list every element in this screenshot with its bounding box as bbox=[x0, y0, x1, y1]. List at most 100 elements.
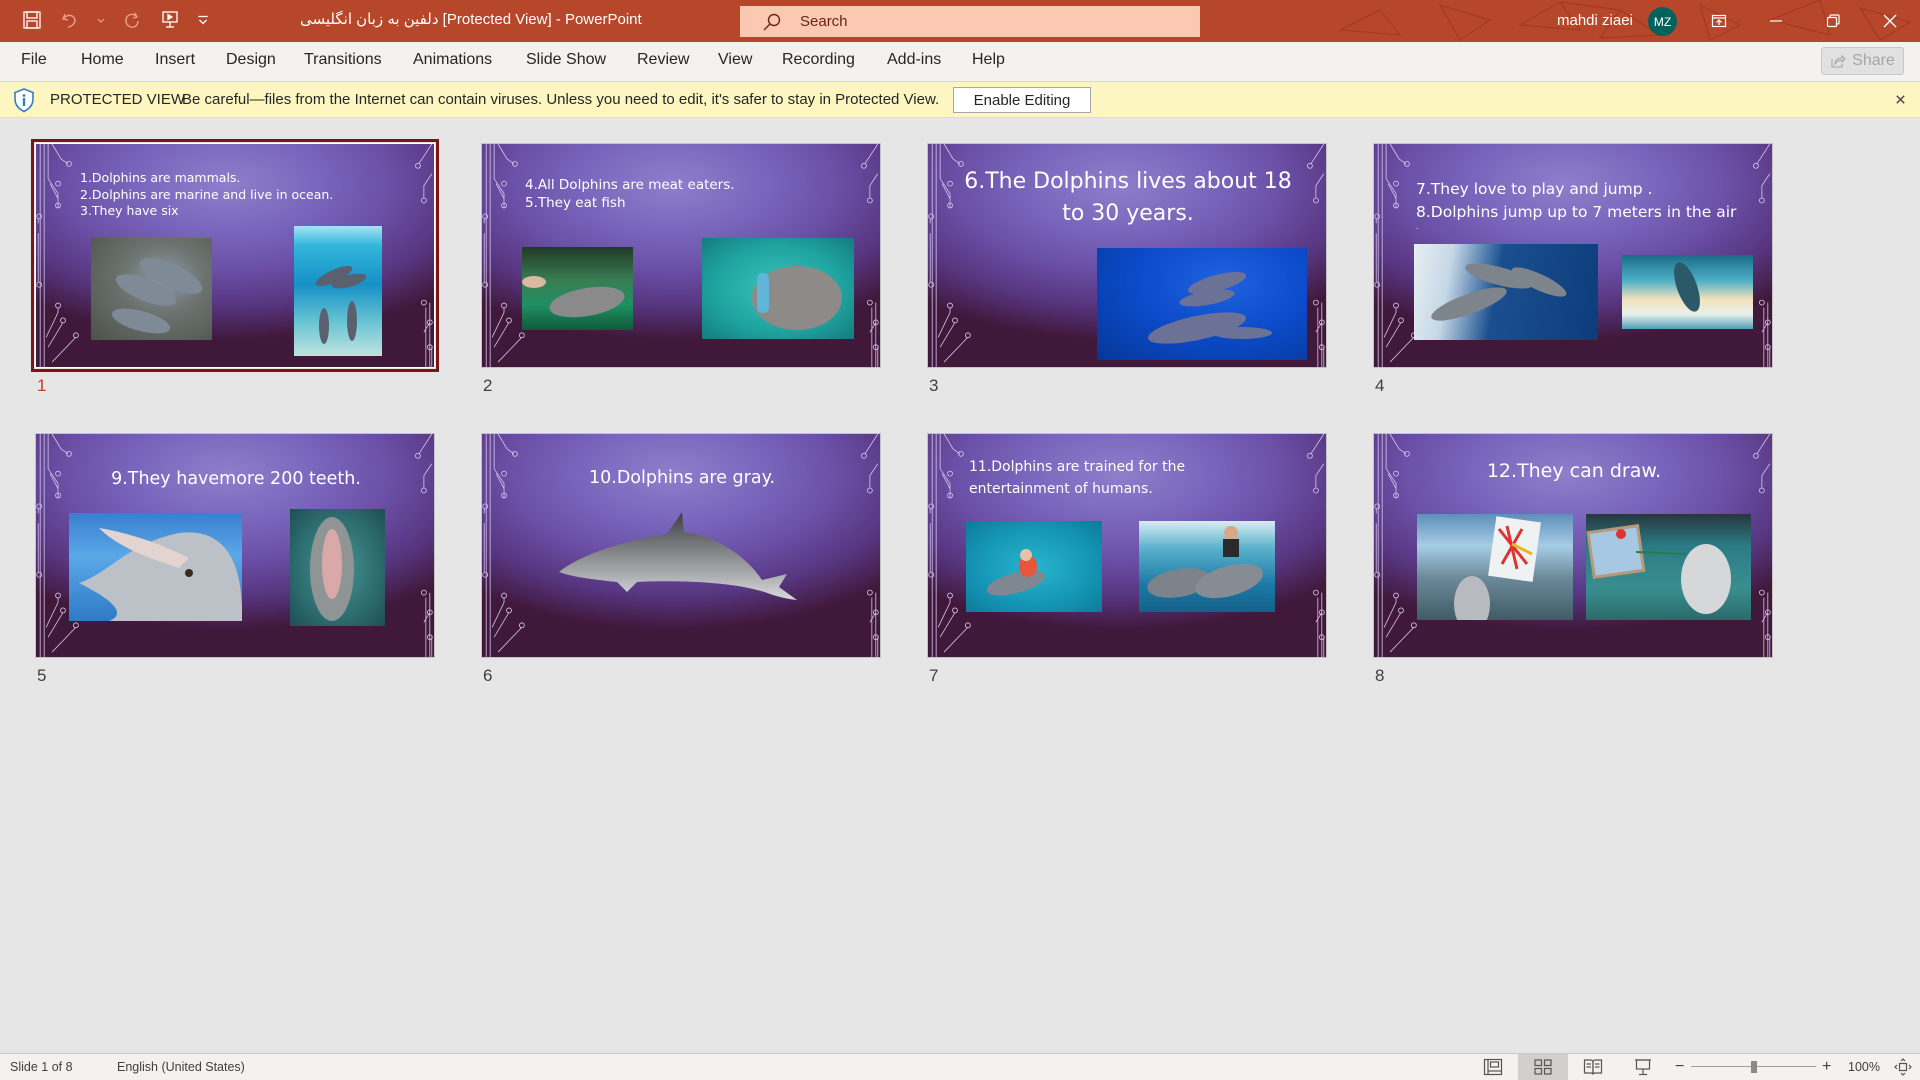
protected-view-message: Be careful—files from the Internet can c… bbox=[182, 91, 940, 108]
tab-insert[interactable]: Insert bbox=[155, 51, 195, 69]
slide-text-line: 7.They love to play and jump . bbox=[1416, 180, 1653, 198]
reading-view-button[interactable] bbox=[1568, 1054, 1618, 1080]
circuit-decoration-left bbox=[36, 144, 79, 367]
dolphin-photo bbox=[294, 226, 382, 356]
title-bar: دلفین به زبان انگلیسی [Protected View] -… bbox=[0, 0, 1920, 42]
slide-number: 7 bbox=[929, 666, 939, 685]
zoom-out-button[interactable]: − bbox=[1675, 1058, 1684, 1076]
close-message-bar-button[interactable] bbox=[1892, 91, 1908, 107]
slide-number: 3 bbox=[929, 376, 939, 395]
avatar[interactable]: MZ bbox=[1648, 7, 1677, 36]
slide-thumbnail-2[interactable]: 4.All Dolphins are meat eaters. 5.They e… bbox=[481, 143, 883, 396]
slide-6-text: 10.Dolphins are gray. bbox=[502, 467, 862, 490]
undo-icon[interactable] bbox=[58, 8, 82, 32]
tab-recording[interactable]: Recording bbox=[782, 51, 855, 69]
zoom-in-button[interactable]: + bbox=[1822, 1058, 1831, 1076]
slide-number: 4 bbox=[1375, 376, 1385, 395]
dolphin-photo bbox=[91, 238, 212, 340]
slide-number: 8 bbox=[1375, 666, 1385, 685]
minimize-icon bbox=[1770, 20, 1782, 22]
slide-text-line: 4.All Dolphins are meat eaters. bbox=[525, 177, 735, 193]
window-title: دلفین به زبان انگلیسی [Protected View] -… bbox=[300, 11, 642, 28]
share-button[interactable]: Share bbox=[1821, 47, 1904, 75]
slide-text-line: 8.Dolphins jump up to 7 meters in the ai… bbox=[1416, 203, 1737, 222]
slideshow-view-button[interactable] bbox=[1618, 1054, 1668, 1080]
slide-sorter-pane: 1.Dolphins are mammals. 2.Dolphins are m… bbox=[0, 118, 1920, 1053]
slide-sorter-view-button[interactable] bbox=[1518, 1054, 1568, 1080]
save-icon[interactable] bbox=[20, 8, 44, 32]
slide-indicator[interactable]: Slide 1 of 8 bbox=[10, 1060, 73, 1074]
slide-8-text: 12.They can draw. bbox=[1394, 459, 1754, 484]
search-input[interactable] bbox=[800, 13, 1160, 30]
tab-slide-show[interactable]: Slide Show bbox=[526, 51, 606, 69]
ribbon-display-icon bbox=[1711, 14, 1727, 28]
zoom-slider-thumb[interactable] bbox=[1750, 1061, 1757, 1073]
slide-text-line: 12.They can draw. bbox=[1486, 460, 1662, 482]
restore-button[interactable] bbox=[1805, 0, 1861, 42]
dolphin-illustration bbox=[559, 512, 797, 600]
tab-design[interactable]: Design bbox=[226, 51, 276, 69]
search-box[interactable] bbox=[740, 6, 1200, 37]
redo-icon[interactable] bbox=[120, 8, 144, 32]
zoom-slider[interactable] bbox=[1691, 1061, 1816, 1073]
language-indicator[interactable]: English (United States) bbox=[117, 1060, 245, 1074]
close-button[interactable] bbox=[1862, 0, 1918, 42]
tab-home[interactable]: Home bbox=[81, 51, 124, 69]
search-icon bbox=[763, 13, 781, 30]
slide-8[interactable]: 12.They can draw. bbox=[1373, 433, 1773, 658]
slide-text-line: 6.The Dolphins lives about 18 bbox=[964, 169, 1292, 194]
slide-text-line: . bbox=[1416, 221, 1419, 231]
close-icon bbox=[1895, 94, 1905, 104]
slide-2[interactable]: 4.All Dolphins are meat eaters. 5.They e… bbox=[481, 143, 881, 368]
slide-text-line: 11.Dolphins are trained for the bbox=[969, 459, 1186, 475]
ribbon-display-options-button[interactable] bbox=[1691, 0, 1747, 42]
status-bar: Slide 1 of 8 English (United States) − +… bbox=[0, 1053, 1920, 1080]
tab-review[interactable]: Review bbox=[637, 51, 689, 69]
slide-2-text: 4.All Dolphins are meat eaters. 5.They e… bbox=[525, 177, 735, 213]
slide-thumbnail-7[interactable]: 11.Dolphins are trained for the entertai… bbox=[927, 433, 1329, 686]
slide-thumbnail-4[interactable]: 7.They love to play and jump . 8.Dolphin… bbox=[1373, 143, 1775, 396]
slide-text-line: 9.They havemore 200 teeth. bbox=[111, 469, 361, 489]
dolphin-photo bbox=[522, 247, 633, 330]
undo-dropdown-icon[interactable] bbox=[96, 8, 106, 32]
slide-text-line: entertainment of humans. bbox=[969, 480, 1153, 497]
normal-view-button[interactable] bbox=[1468, 1054, 1518, 1080]
slide-1[interactable]: 1.Dolphins are mammals. 2.Dolphins are m… bbox=[31, 139, 439, 372]
slide-text-line: 1.Dolphins are mammals. bbox=[80, 170, 241, 185]
slide-thumbnail-8[interactable]: 12.They can draw. 8 bbox=[1373, 433, 1775, 686]
dolphin-photo bbox=[1414, 244, 1598, 340]
slide-6[interactable]: 10.Dolphins are gray. bbox=[481, 433, 881, 658]
minimize-button[interactable] bbox=[1748, 0, 1804, 42]
tab-transitions[interactable]: Transitions bbox=[304, 51, 382, 69]
customize-qat-icon[interactable] bbox=[196, 8, 210, 32]
slide-4[interactable]: 7.They love to play and jump . 8.Dolphin… bbox=[1373, 143, 1773, 368]
slide-thumbnail-1[interactable]: 1.Dolphins are mammals. 2.Dolphins are m… bbox=[31, 139, 439, 396]
slide-3-text: 6.The Dolphins lives about 18 to 30 year… bbox=[958, 166, 1298, 230]
user-name[interactable]: mahdi ziaei bbox=[1557, 12, 1633, 29]
fit-to-window-icon[interactable] bbox=[1893, 1057, 1913, 1077]
slide-text-line: to 30 years. bbox=[1062, 200, 1194, 226]
slideshow-icon bbox=[1635, 1059, 1651, 1076]
slide-3[interactable]: 6.The Dolphins lives about 18 to 30 year… bbox=[927, 143, 1327, 368]
circuit-decoration-right bbox=[1307, 434, 1325, 657]
tab-add-ins[interactable]: Add-ins bbox=[887, 51, 941, 69]
tab-animations[interactable]: Animations bbox=[413, 51, 492, 69]
slide-7[interactable]: 11.Dolphins are trained for the entertai… bbox=[927, 433, 1327, 658]
shield-info-icon bbox=[14, 88, 34, 113]
tab-view[interactable]: View bbox=[718, 51, 752, 69]
enable-editing-button[interactable]: Enable Editing bbox=[953, 87, 1091, 113]
dolphin-photo bbox=[290, 509, 385, 626]
tab-help[interactable]: Help bbox=[972, 51, 1005, 69]
slide-5[interactable]: 9.They havemore 200 teeth. bbox=[35, 433, 435, 658]
tab-file[interactable]: File bbox=[21, 51, 47, 69]
slide-thumbnail-6[interactable]: 10.Dolphins are gray. 6 bbox=[481, 433, 883, 686]
slide-1-text: 1.Dolphins are mammals. 2.Dolphins are m… bbox=[80, 170, 333, 220]
zoom-level[interactable]: 100% bbox=[1848, 1060, 1880, 1074]
slide-thumbnail-5[interactable]: 9.They havemore 200 teeth. 5 bbox=[35, 433, 437, 686]
dolphin-photo bbox=[1139, 521, 1275, 612]
start-slideshow-icon[interactable] bbox=[158, 8, 182, 32]
slide-sorter-icon bbox=[1534, 1059, 1552, 1075]
slide-text-line: 2.Dolphins are marine and live in ocean. bbox=[80, 186, 334, 202]
close-icon bbox=[1883, 14, 1897, 28]
slide-thumbnail-3[interactable]: 6.The Dolphins lives about 18 to 30 year… bbox=[927, 143, 1329, 396]
